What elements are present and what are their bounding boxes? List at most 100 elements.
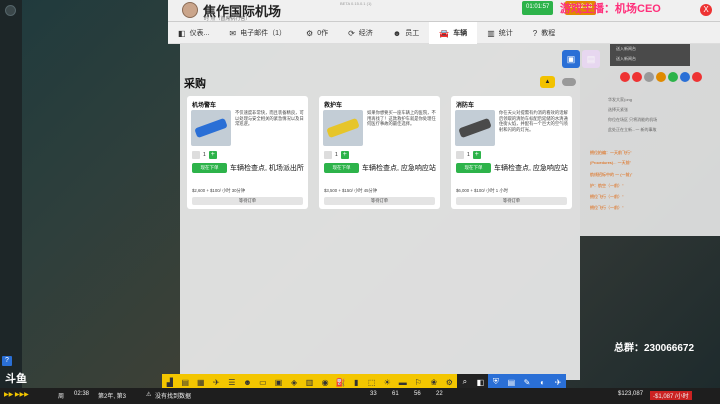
tab-label: 电子邮件（1） <box>240 30 287 37</box>
category-circles <box>580 72 720 88</box>
increment-button[interactable]: + <box>208 151 217 159</box>
vehicle-card: 机场警车 不仅速度非常快，而且装备精良，可以处理与安全相关的紧急情况以及日常巡逻… <box>187 96 308 209</box>
forklift-icon: ▲ <box>540 76 555 88</box>
decrement-button[interactable] <box>192 151 200 159</box>
price-label: $2,600 + $100/ 小时 30分钟 <box>192 188 246 193</box>
card-description: 不仅速度非常快，而且装备精良，可以处理与安全相关的紧急情况以及日常巡逻。 <box>235 110 304 126</box>
tab-label: 仪表... <box>189 30 210 37</box>
dock-button[interactable] <box>5 5 16 16</box>
order-now-button[interactable]: 现在下单 <box>324 163 359 173</box>
vehicle-icon: 🚘 <box>439 28 450 38</box>
quantity-stepper: 1 + <box>456 151 481 159</box>
card-description: 你在天火对提需有约消的看效的话解后领取的清防车标配后延储的水清通住街火焰，并配有… <box>499 110 568 132</box>
tab-label: 统计 <box>498 30 513 37</box>
alert-line[interactable]: 航线招标中的 一 (一前)" <box>590 172 632 178</box>
wait-order-button[interactable]: 等待订单 <box>456 197 567 205</box>
money-rate: -$1,087 /小时 <box>650 391 692 400</box>
game-time: 02:38 <box>74 391 90 397</box>
plane-icon[interactable] <box>644 72 654 82</box>
card-title: 消防车 <box>456 103 475 109</box>
close-button[interactable]: X <box>700 4 712 16</box>
status-message: 没有找到数据 <box>155 394 192 400</box>
time-badge: 01:01:57 <box>522 1 554 15</box>
tab-stats[interactable]: ▥ 统计 <box>477 22 523 44</box>
status-bar: ▶▶ ▶▶▶ 周 02:38 第2年, 第3 ⚠ 没有找到数据 33 61 56… <box>0 388 720 404</box>
decrement-button[interactable] <box>456 151 464 159</box>
tab-mail[interactable]: ✉ 电子邮件（1） <box>219 22 296 44</box>
fire-icon[interactable] <box>620 72 630 82</box>
gear-icon[interactable] <box>656 72 666 82</box>
toggle-knob <box>562 78 576 86</box>
decrement-button[interactable] <box>324 151 332 159</box>
filter-toggle[interactable]: ▲ <box>540 76 578 88</box>
quantity-value: 1 <box>467 152 470 158</box>
tab-label: 经济 <box>358 30 373 37</box>
vehicle-image <box>455 110 495 146</box>
flame-icon[interactable] <box>692 72 702 82</box>
increment-button[interactable]: + <box>340 151 349 159</box>
staff-icon: ☻ <box>392 28 402 38</box>
ceo-subtitle: 时 点（首席执行官） <box>204 16 251 22</box>
card-description: 如果你想要买一座车辆上的医院，不用再找了！这款救护车就是你处理任何医疗事故的最佳… <box>367 110 436 126</box>
card-title: 机场警车 <box>192 103 217 109</box>
dropdown-menu: 送入新闻台 送入新闻台 <box>610 44 690 66</box>
vehicles-panel <box>180 44 580 380</box>
tab-label: 车辆 <box>453 30 468 37</box>
weekday-label: 周 <box>58 394 65 400</box>
police-car-icon <box>194 117 228 139</box>
info-line: 选择天紧张 <box>608 107 628 112</box>
streamer-overlay: 游戏主播：机场CEO <box>560 3 661 15</box>
ceo-avatar[interactable] <box>182 2 198 18</box>
price-label: $6,000 + $100/ 小时 1 小时 <box>456 188 508 193</box>
fire-truck-icon <box>458 117 492 139</box>
order-now-button[interactable]: 现在下单 <box>192 163 227 173</box>
tab-label: 0作 <box>317 30 329 37</box>
total-counter: 总群：230066672 <box>614 343 695 354</box>
tab-dashboard[interactable]: ◧ 仪表... <box>168 22 219 44</box>
assignment-label: 车辆检查点, 机场派出所 <box>230 165 304 172</box>
help-button[interactable]: ? <box>2 356 12 366</box>
count-passengers: 56 <box>414 391 421 397</box>
vehicle-image <box>323 110 363 146</box>
car-small-icon[interactable] <box>680 72 690 82</box>
alert-line[interactable]: 拥位拍编：一天前飞行" <box>590 150 631 156</box>
tab-work[interactable]: ⚙ 0作 <box>296 22 338 44</box>
tab-staff[interactable]: ☻ 员工 <box>383 22 429 44</box>
count-staff: 61 <box>392 391 399 397</box>
wait-order-button[interactable]: 等待订单 <box>192 197 303 205</box>
tab-bar: ◧ 仪表... ✉ 电子邮件（1） ⚙ 0作 ⟳ 经济 ☻ 员工 🚘 车辆 ▥ 统计 ? 教程 <box>168 22 720 44</box>
assignment-label: 车辆检查点, 应急响应站 <box>362 165 436 172</box>
tab-tutorial[interactable]: ? 教程 <box>523 22 565 44</box>
alert-line[interactable]: (Procedures)... 一天前" <box>590 160 631 166</box>
quantity-value: 1 <box>335 152 338 158</box>
speed-controls[interactable]: ▶▶ ▶▶▶ <box>4 391 29 398</box>
alert-line[interactable]: 拥位飞行（一前）" <box>590 205 623 211</box>
vehicle-card: 消防车 你在天火对提需有约消的看效的话解后领取的清防车标配后延储的水清通住街火焰… <box>451 96 572 209</box>
quantity-stepper: 1 + <box>192 151 217 159</box>
alert-icon[interactable] <box>632 72 642 82</box>
price-label: $3,500 + $150/ 小时 45分钟 <box>324 188 378 193</box>
section-title: 采购 <box>184 78 206 90</box>
dropdown-item[interactable]: 送入新闻台 <box>610 44 690 54</box>
wait-order-button[interactable]: 等待订单 <box>324 197 435 205</box>
vehicle-image <box>191 110 231 146</box>
assignment-label: 车辆检查点, 应急响应站 <box>494 165 568 172</box>
stats-icon: ▥ <box>487 28 495 38</box>
tab-label: 员工 <box>405 30 420 37</box>
work-icon: ⚙ <box>306 28 314 38</box>
mail-icon: ✉ <box>229 28 237 38</box>
economy-icon: ⟳ <box>348 28 355 38</box>
info-line: 你位在场区 只将消能的机场 <box>608 117 658 122</box>
plane-green-icon[interactable] <box>668 72 678 82</box>
left-dock <box>0 0 22 404</box>
alert-line[interactable]: 护：航空（一前）" <box>590 183 623 189</box>
order-now-button[interactable]: 现在下单 <box>456 163 491 173</box>
tab-economy[interactable]: ⟳ 经济 <box>338 22 383 44</box>
tab-vehicles[interactable]: 🚘 车辆 <box>429 22 478 44</box>
dropdown-item[interactable]: 送入新闻台 <box>610 54 690 64</box>
bus-icon[interactable]: ▣ <box>562 50 580 68</box>
alert-line[interactable]: 拥位飞行（一前）" <box>590 194 623 200</box>
douyu-logo: 斗鱼 <box>5 373 27 385</box>
count-vehicles: 22 <box>436 391 443 397</box>
increment-button[interactable]: + <box>472 151 481 159</box>
